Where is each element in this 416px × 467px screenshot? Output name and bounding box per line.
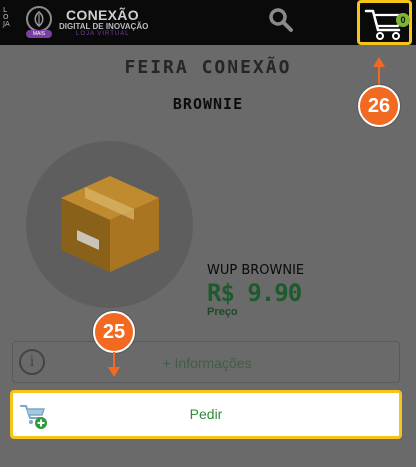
product-name: WUP BROWNIE: [207, 263, 305, 278]
step-badge-26: 26: [358, 85, 400, 127]
loja-label: LOJA: [3, 6, 10, 28]
brand-logo: [26, 6, 52, 32]
store-title: FEIRA CONEXÃO: [124, 57, 292, 78]
brand-tagline: LOJA VIRTUAL: [76, 31, 130, 37]
app-screen: LOJA MAIS CONEXÃO DIGITAL DE INOVAÇÃO LO…: [0, 0, 416, 467]
product-price: R$ 9.90: [207, 279, 302, 307]
product-title: BROWNIE: [172, 95, 244, 113]
brand-title: CONEXÃO: [66, 7, 139, 23]
more-info-button[interactable]: i + Informações: [12, 341, 400, 383]
price-label: Preço: [207, 306, 238, 318]
cart-button[interactable]: 0: [357, 0, 412, 45]
loja-vertical-label: LOJA: [3, 7, 15, 28]
leaf-icon: [34, 11, 44, 27]
search-button[interactable]: [266, 5, 296, 35]
order-label: Pedir: [189, 406, 223, 422]
arrow-up-icon: [373, 57, 385, 89]
search-icon: [269, 8, 293, 32]
order-button[interactable]: Pedir: [10, 390, 402, 439]
more-info-label: + Informações: [162, 355, 252, 371]
step-badge-25: 25: [93, 311, 135, 353]
cart-count-badge: 0: [396, 13, 410, 27]
brand-subtitle: DIGITAL DE INOVAÇÃO: [59, 22, 149, 31]
arrow-down-icon: [108, 352, 120, 377]
top-bar: LOJA MAIS CONEXÃO DIGITAL DE INOVAÇÃO LO…: [0, 0, 416, 45]
box-icon: [61, 176, 159, 272]
brand-badge: MAIS: [26, 30, 52, 38]
